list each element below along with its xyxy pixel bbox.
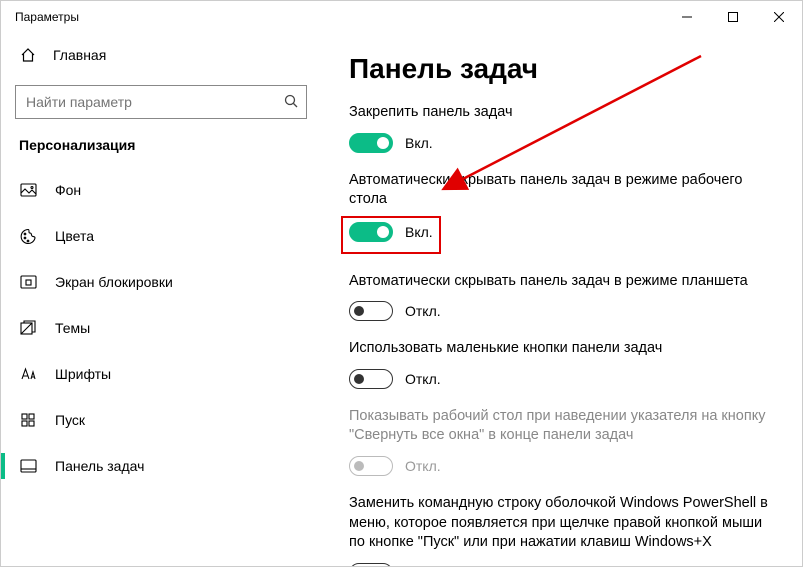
palette-icon [19, 227, 37, 245]
setting-autohide-tablet: Автоматически скрывать панель задач в ре… [349, 272, 778, 322]
setting-label: Заменить командную строку оболочкой Wind… [349, 494, 778, 553]
themes-icon [19, 319, 37, 337]
sidebar-item-taskbar[interactable]: Панель задач [1, 443, 321, 489]
home-icon [19, 47, 37, 63]
fonts-icon [19, 365, 37, 383]
sidebar-item-label: Фон [55, 182, 81, 198]
sidebar-item-start[interactable]: Пуск [1, 397, 321, 443]
toggle-state: Откл. [405, 565, 441, 566]
sidebar-nav: Фон Цвета Экран блокировки Темы [1, 167, 321, 489]
sidebar: Главная Персонализация Фон [1, 33, 321, 566]
minimize-button[interactable] [664, 1, 710, 33]
setting-autohide-desktop: Автоматически скрывать панель задач в ре… [349, 171, 778, 254]
sidebar-item-label: Темы [55, 320, 90, 336]
search-icon [284, 94, 298, 111]
toggle-small-buttons[interactable] [349, 369, 393, 389]
sidebar-item-fonts[interactable]: Шрифты [1, 351, 321, 397]
sidebar-item-themes[interactable]: Темы [1, 305, 321, 351]
search-input[interactable] [26, 94, 284, 110]
taskbar-icon [19, 457, 37, 475]
setting-lock-taskbar: Закрепить панель задач Вкл. [349, 103, 778, 153]
sidebar-home-label: Главная [53, 47, 106, 63]
sidebar-item-background[interactable]: Фон [1, 167, 321, 213]
image-icon [19, 181, 37, 199]
toggle-powershell-replace[interactable] [349, 563, 393, 566]
setting-label: Закрепить панель задач [349, 103, 778, 123]
content-area: Панель задач Закрепить панель задач Вкл.… [321, 33, 802, 566]
lockscreen-icon [19, 273, 37, 291]
toggle-autohide-tablet[interactable] [349, 301, 393, 321]
annotation-highlight: Вкл. [341, 216, 441, 254]
search-box[interactable] [15, 85, 307, 119]
toggle-autohide-desktop[interactable] [349, 222, 393, 242]
toggle-lock-taskbar[interactable] [349, 133, 393, 153]
sidebar-item-label: Экран блокировки [55, 274, 173, 290]
setting-label: Автоматически скрывать панель задач в ре… [349, 272, 778, 292]
setting-label: Автоматически скрывать панель задач в ре… [349, 171, 778, 210]
sidebar-item-label: Панель задач [55, 458, 144, 474]
start-icon [19, 411, 37, 429]
setting-small-buttons: Использовать маленькие кнопки панели зад… [349, 339, 778, 389]
setting-label: Использовать маленькие кнопки панели зад… [349, 339, 778, 359]
sidebar-home[interactable]: Главная [1, 33, 321, 77]
sidebar-item-label: Цвета [55, 228, 94, 244]
close-button[interactable] [756, 1, 802, 33]
page-title: Панель задач [349, 53, 778, 85]
sidebar-item-lockscreen[interactable]: Экран блокировки [1, 259, 321, 305]
setting-label: Показывать рабочий стол при наведении ук… [349, 407, 778, 446]
titlebar: Параметры [1, 1, 802, 33]
sidebar-item-label: Шрифты [55, 366, 111, 382]
setting-powershell-replace: Заменить командную строку оболочкой Wind… [349, 494, 778, 566]
setting-peek-desktop: Показывать рабочий стол при наведении ук… [349, 407, 778, 476]
window-title: Параметры [15, 10, 79, 24]
sidebar-section-header: Персонализация [1, 137, 321, 167]
toggle-state: Откл. [405, 458, 441, 474]
toggle-state: Откл. [405, 371, 441, 387]
sidebar-item-colors[interactable]: Цвета [1, 213, 321, 259]
maximize-button[interactable] [710, 1, 756, 33]
toggle-peek-desktop [349, 456, 393, 476]
toggle-state: Откл. [405, 303, 441, 319]
window-controls [664, 1, 802, 33]
toggle-state: Вкл. [405, 224, 433, 240]
sidebar-item-label: Пуск [55, 412, 85, 428]
toggle-state: Вкл. [405, 135, 433, 151]
